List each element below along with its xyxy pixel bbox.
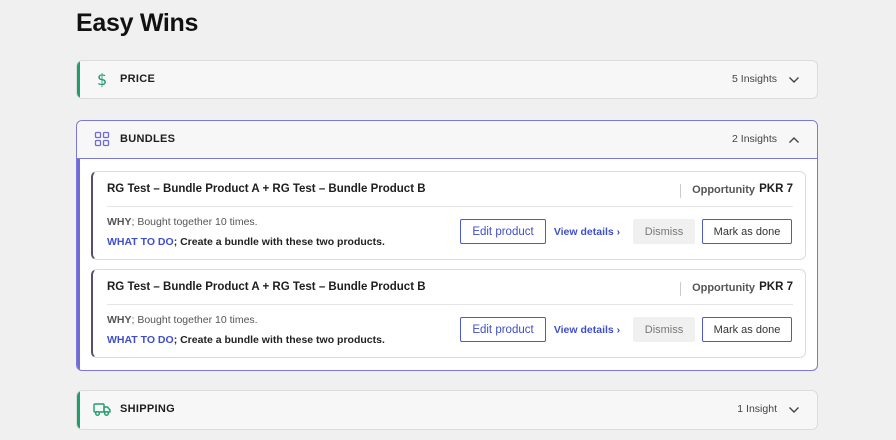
dollar-icon: $ bbox=[93, 70, 111, 88]
what-to-do-value: ; Create a bundle with these two product… bbox=[173, 334, 385, 346]
dismiss-button[interactable]: Dismiss bbox=[633, 219, 695, 244]
why-key: WHY bbox=[107, 314, 132, 326]
edit-product-button[interactable]: Edit product bbox=[460, 317, 546, 342]
opportunity-label: Opportunity bbox=[692, 282, 755, 294]
opportunity-label: Opportunity bbox=[692, 184, 755, 196]
view-details-link[interactable]: View details › bbox=[552, 219, 622, 244]
why-value: ; Bought together 10 times. bbox=[131, 216, 258, 228]
grid-icon bbox=[93, 130, 111, 148]
shipping-panel: SHIPPING 1 Insight bbox=[76, 390, 818, 430]
price-insight-count: 5 Insights bbox=[732, 73, 777, 85]
shipping-panel-header[interactable]: SHIPPING 1 Insight bbox=[77, 391, 817, 429]
shipping-insight-count: 1 Insight bbox=[737, 403, 777, 415]
shipping-panel-label: SHIPPING bbox=[120, 403, 175, 415]
mark-as-done-button[interactable]: Mark as done bbox=[702, 317, 792, 342]
what-to-do-text: WHAT TO DO; Create a bundle with these t… bbox=[107, 334, 385, 346]
divider bbox=[680, 184, 681, 198]
bundles-insight-count: 2 Insights bbox=[732, 133, 777, 145]
chevron-up-icon[interactable] bbox=[787, 133, 801, 147]
page-title: Easy Wins bbox=[76, 9, 199, 37]
why-text: WHY; Bought together 10 times. bbox=[107, 314, 258, 326]
why-value: ; Bought together 10 times. bbox=[131, 314, 258, 326]
divider bbox=[107, 304, 793, 305]
dismiss-button[interactable]: Dismiss bbox=[633, 317, 695, 342]
divider bbox=[107, 206, 793, 207]
divider bbox=[680, 282, 681, 296]
what-to-do-key: WHAT TO DO bbox=[107, 334, 174, 346]
mark-as-done-button[interactable]: Mark as done bbox=[702, 219, 792, 244]
what-to-do-key: WHAT TO DO bbox=[107, 236, 174, 248]
what-to-do-value: ; Create a bundle with these two product… bbox=[173, 236, 385, 248]
opportunity-value: PKR 7 bbox=[759, 183, 793, 195]
why-text: WHY; Bought together 10 times. bbox=[107, 216, 258, 228]
bundles-panel: BUNDLES 2 Insights RG Test – Bundle Prod… bbox=[76, 120, 818, 371]
edit-product-button[interactable]: Edit product bbox=[460, 219, 546, 244]
price-panel-header[interactable]: $ PRICE 5 Insights bbox=[77, 61, 817, 98]
view-details-link[interactable]: View details › bbox=[552, 317, 622, 342]
insight-card: RG Test – Bundle Product A + RG Test – B… bbox=[91, 171, 806, 260]
opportunity-value: PKR 7 bbox=[759, 281, 793, 293]
insight-title: RG Test – Bundle Product A + RG Test – B… bbox=[107, 281, 426, 293]
price-panel-label: PRICE bbox=[120, 73, 156, 85]
what-to-do-text: WHAT TO DO; Create a bundle with these t… bbox=[107, 236, 385, 248]
truck-icon bbox=[93, 400, 111, 418]
chevron-down-icon[interactable] bbox=[787, 403, 801, 417]
bundles-panel-header[interactable]: BUNDLES 2 Insights bbox=[77, 121, 817, 159]
svg-text:$: $ bbox=[97, 70, 107, 88]
bundles-panel-label: BUNDLES bbox=[120, 133, 176, 145]
why-key: WHY bbox=[107, 216, 132, 228]
insight-title: RG Test – Bundle Product A + RG Test – B… bbox=[107, 183, 426, 195]
chevron-down-icon[interactable] bbox=[787, 73, 801, 87]
price-panel: $ PRICE 5 Insights bbox=[76, 60, 818, 99]
insight-card: RG Test – Bundle Product A + RG Test – B… bbox=[91, 269, 806, 358]
